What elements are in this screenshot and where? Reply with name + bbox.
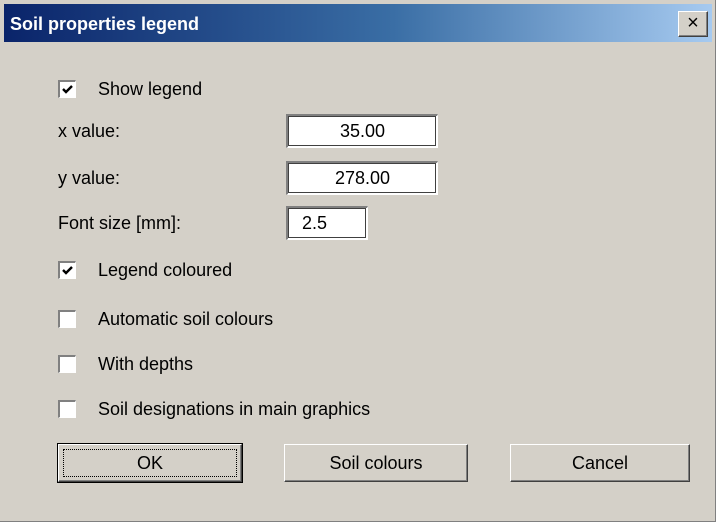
soil-designations-label: Soil designations in main graphics (98, 398, 371, 419)
checkmark-icon (62, 85, 73, 94)
cancel-button[interactable]: Cancel (510, 444, 690, 482)
x-value-label: x value: (58, 121, 121, 141)
show-legend-label: Show legend (98, 78, 203, 99)
font-size-field[interactable] (286, 206, 368, 240)
show-legend-checkbox[interactable] (58, 80, 76, 98)
legend-coloured-checkbox[interactable] (58, 261, 76, 279)
close-button[interactable]: × (678, 11, 708, 37)
ok-button[interactable]: OK (57, 443, 243, 483)
x-value-field[interactable] (286, 114, 438, 148)
dialog-title: Soil properties legend (10, 14, 200, 34)
checkmark-icon (62, 266, 73, 275)
automatic-soil-colours-checkbox[interactable] (58, 310, 76, 328)
automatic-soil-colours-row[interactable]: Automatic soil colours (58, 308, 273, 330)
with-depths-row[interactable]: With depths (58, 353, 193, 375)
y-value-field[interactable] (286, 161, 438, 195)
cancel-button-label: Cancel (571, 453, 629, 473)
with-depths-label: With depths (98, 353, 194, 374)
legend-coloured-label: Legend coloured (98, 259, 233, 280)
soil-designations-row[interactable]: Soil designations in main graphics (58, 398, 370, 420)
focus-rect (63, 449, 237, 477)
automatic-soil-colours-label: Automatic soil colours (98, 308, 274, 329)
legend-coloured-row[interactable]: Legend coloured (58, 259, 232, 281)
title-bar[interactable]: Soil properties legend × (4, 4, 712, 42)
soil-designations-checkbox[interactable] (58, 400, 76, 418)
show-legend-row[interactable]: Show legend (58, 78, 202, 100)
y-value-label: y value: (58, 168, 121, 188)
soil-colours-button-label: Soil colours (329, 453, 423, 473)
font-size-label: Font size [mm]: (58, 213, 182, 233)
close-icon: × (687, 12, 699, 34)
soil-legend-dialog: Soil properties legend × Show legend x v… (0, 0, 716, 522)
soil-colours-button[interactable]: Soil colours (284, 444, 468, 482)
with-depths-checkbox[interactable] (58, 355, 76, 373)
